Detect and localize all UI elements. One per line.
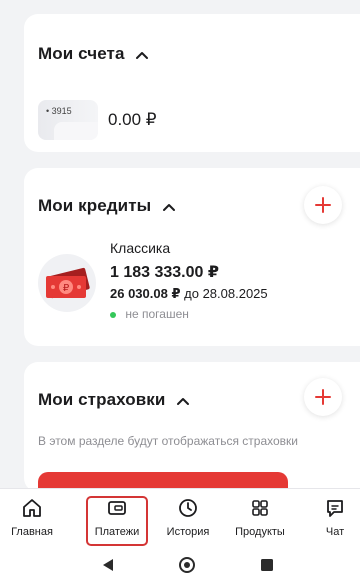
nav-label-chat: Чат — [325, 526, 345, 538]
insurance-title: Мои страховки — [38, 390, 166, 409]
home-button-icon[interactable] — [178, 556, 196, 574]
nav-item-chat[interactable]: Чат — [302, 497, 360, 538]
accounts-title: Мои счета — [38, 44, 125, 63]
add-insurance-button[interactable] — [304, 378, 342, 416]
insurance-header[interactable]: Мои страховки — [38, 390, 190, 410]
nav-active-highlight — [86, 496, 148, 546]
nav-label-products: Продукты — [235, 526, 285, 538]
status-dot — [110, 311, 116, 318]
back-icon[interactable] — [102, 558, 114, 572]
credit-status-text: не погашен — [125, 307, 189, 321]
nav-item-home[interactable]: Главная — [0, 497, 65, 538]
credit-payment-date: 28.08.2025 — [202, 286, 268, 301]
plus-icon — [315, 389, 331, 405]
accounts-card: Мои счета • 3915 0.00 ₽ — [24, 14, 360, 152]
credit-name: Классика — [110, 240, 171, 256]
plus-icon — [315, 197, 331, 213]
recents-icon[interactable] — [260, 558, 274, 572]
nav-item-history[interactable]: История — [155, 497, 221, 538]
nav-label-home: Главная — [11, 526, 53, 538]
grid-icon — [252, 500, 268, 516]
chevron-up-icon — [136, 51, 149, 59]
card-number: • 3915 — [46, 106, 72, 116]
card-thumb-shape — [54, 122, 98, 140]
credits-title: Мои кредиты — [38, 196, 152, 215]
chevron-up-icon — [177, 397, 190, 405]
home-icon — [23, 499, 41, 517]
credit-money-icon: ₽ — [38, 254, 96, 312]
svg-text:₽: ₽ — [63, 283, 70, 294]
system-navigation-bar — [0, 548, 360, 579]
credit-payment-line: 26 030.08 ₽ до 28.08.2025 — [110, 286, 268, 302]
credit-amount: 1 183 333.00 ₽ — [110, 264, 219, 281]
bank-card-thumbnail[interactable]: • 3915 — [38, 100, 98, 140]
credit-payment: 26 030.08 ₽ — [110, 286, 181, 301]
nav-item-products[interactable]: Продукты — [227, 497, 293, 538]
add-credit-button[interactable] — [304, 186, 342, 224]
nav-label-history: История — [166, 526, 210, 538]
accounts-header[interactable]: Мои счета — [38, 44, 149, 64]
credits-card: Мои кредиты ₽ Классика 1 183 333.00 ₽ 26… — [24, 168, 360, 346]
chat-icon — [327, 500, 343, 517]
account-balance: 0.00 ₽ — [108, 110, 157, 129]
insurance-empty-text: В этом разделе будут отображаться страхо… — [38, 434, 298, 448]
credit-status: не погашен — [110, 307, 189, 321]
insurance-card: Мои страховки В этом разделе будут отобр… — [24, 362, 360, 492]
clock-icon — [179, 499, 197, 517]
credit-payment-prefix: до — [184, 286, 199, 301]
credit-item[interactable]: ₽ Классика 1 183 333.00 ₽ 26 030.08 ₽ до… — [24, 236, 360, 336]
credits-header[interactable]: Мои кредиты — [38, 196, 176, 216]
chevron-up-icon — [163, 203, 176, 211]
bottom-navigation: Главная Платежи История Продукты Чат — [0, 488, 360, 549]
